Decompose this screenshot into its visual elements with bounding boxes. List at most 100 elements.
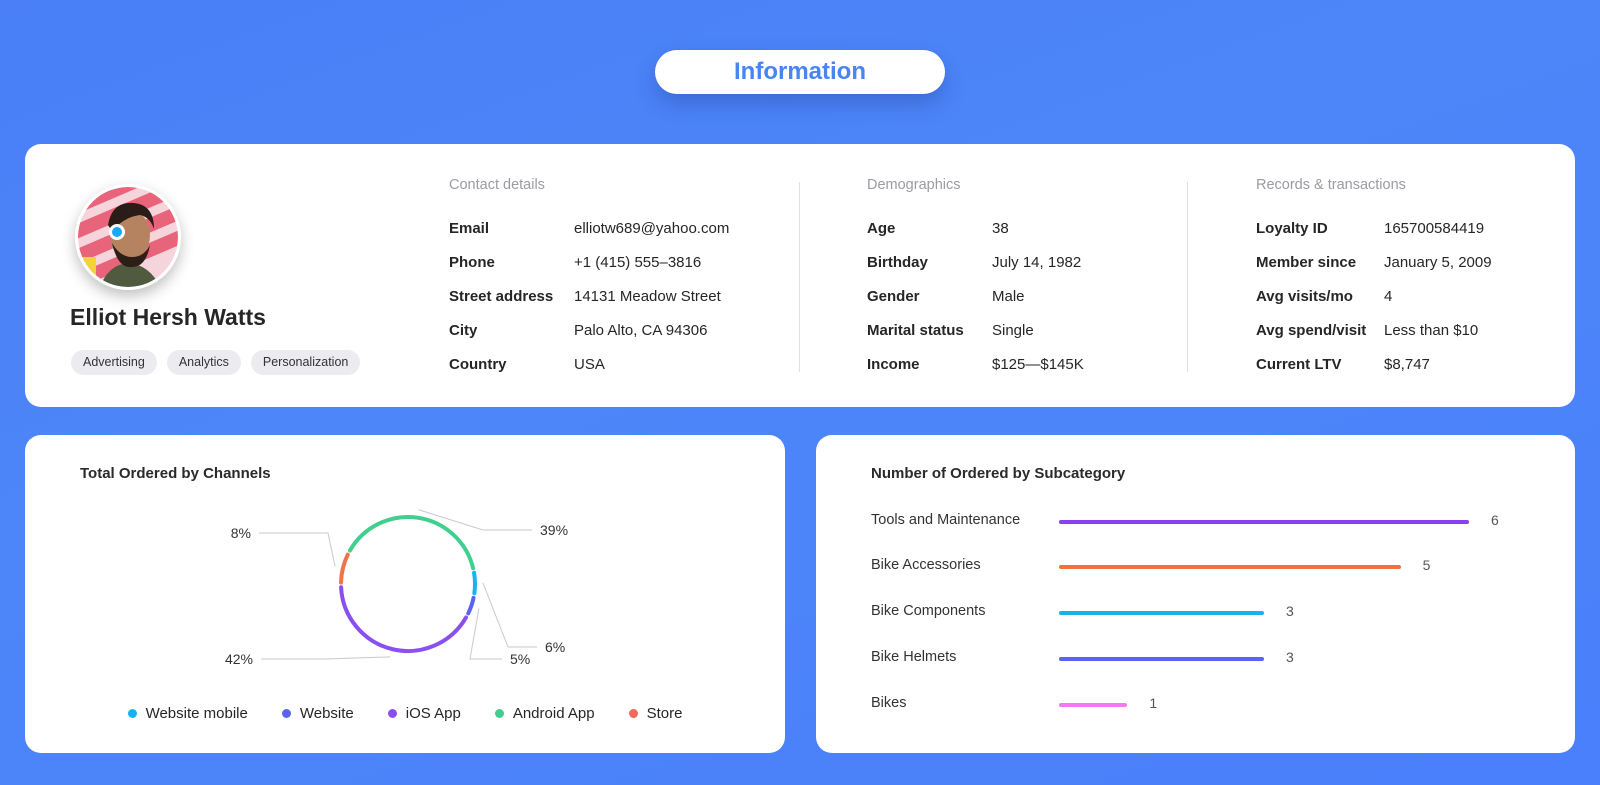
bar-value-label: 1 — [1149, 695, 1158, 711]
row-value: January 5, 2009 — [1384, 254, 1492, 271]
donut-leader-line — [259, 532, 336, 567]
records-row-avg-visits: Avg visits/mo 4 — [1256, 288, 1492, 322]
row-value: Single — [992, 322, 1034, 339]
page-title: Information — [655, 50, 945, 94]
contact-row-email: Email elliotw689@yahoo.com — [449, 220, 729, 254]
donut-data-label: 39% — [540, 522, 568, 538]
row-value: $125—$145K — [992, 356, 1084, 373]
row-value: Male — [992, 288, 1025, 305]
contact-details-section: Contact details Email elliotw689@yahoo.c… — [449, 177, 729, 390]
records-row-avg-spend: Avg spend/visit Less than $10 — [1256, 322, 1492, 356]
donut-leader-line — [482, 582, 537, 648]
profile-card: Elliot Hersh Watts Advertising Analytics… — [25, 144, 1575, 407]
legend-item-android-app[interactable]: Android App — [494, 705, 595, 722]
legend-item-website-mobile[interactable]: Website mobile — [127, 705, 248, 722]
subcategory-chart-title: Number of Ordered by Subcategory — [871, 465, 1126, 482]
bar-row-tools-and-maintenance: Tools and Maintenance 6 — [871, 512, 1551, 536]
row-label: Country — [449, 356, 507, 373]
section-divider — [1187, 182, 1188, 372]
tag-advertising[interactable]: Advertising — [71, 350, 157, 375]
donut-leader-line — [261, 656, 391, 660]
row-label: Gender — [867, 288, 920, 305]
profile-name: Elliot Hersh Watts — [70, 304, 266, 330]
legend-dot — [387, 709, 397, 718]
donut-data-label: 5% — [510, 651, 530, 667]
contact-row-city: City Palo Alto, CA 94306 — [449, 322, 729, 356]
legend-item-website[interactable]: Website — [281, 705, 354, 722]
legend-dot — [628, 709, 638, 718]
row-value: Less than $10 — [1384, 322, 1479, 339]
bar-row-bike-components: Bike Components 3 — [871, 603, 1551, 627]
contact-row-street: Street address 14131 Meadow Street — [449, 288, 729, 322]
row-label: Income — [867, 356, 920, 373]
subcategory-chart-card: Number of Ordered by Subcategory Tools a… — [816, 435, 1575, 753]
bar-value-label: 3 — [1286, 649, 1294, 665]
demo-row-age: Age 38 — [867, 220, 1084, 254]
bar-row-bikes: Bikes 1 — [871, 695, 1551, 719]
bar-value-label: 3 — [1286, 603, 1294, 619]
row-label: Avg spend/visit — [1256, 322, 1367, 339]
bar-category-label: Bike Accessories — [871, 557, 981, 573]
row-value: 4 — [1384, 288, 1393, 305]
bar[interactable] — [1059, 565, 1401, 569]
donut-slice-website-mobile[interactable] — [472, 570, 477, 596]
records-row-loyalty-id: Loyalty ID 165700584419 — [1256, 220, 1492, 254]
donut-data-label: 42% — [225, 651, 253, 667]
avatar-image — [78, 187, 178, 287]
channels-legend: Website mobile Website iOS App Android A… — [25, 705, 785, 722]
demographics-section: Demographics Age 38 Birthday July 14, 19… — [867, 177, 1084, 390]
records-title: Records & transactions — [1256, 177, 1406, 193]
bar-category-label: Bikes — [871, 695, 907, 711]
channels-chart-card: Total Ordered by Channels 39% 6% 5% 42% 8% W… — [25, 435, 785, 753]
row-label: Phone — [449, 254, 495, 271]
legend-item-ios-app[interactable]: iOS App — [387, 705, 461, 722]
row-value: 165700584419 — [1384, 220, 1485, 237]
bar-category-label: Tools and Maintenance — [871, 512, 1021, 528]
bar[interactable] — [1059, 657, 1264, 661]
row-label: Marital status — [867, 322, 964, 339]
row-label: Age — [867, 220, 896, 237]
donut-slice-android-app[interactable] — [347, 515, 476, 571]
section-divider — [799, 182, 800, 372]
row-label: Member since — [1256, 254, 1357, 271]
bar-row-bike-accessories: Bike Accessories 5 — [871, 557, 1551, 581]
demographics-title: Demographics — [867, 177, 961, 193]
row-value: $8,747 — [1384, 356, 1430, 373]
row-value: 14131 Meadow Street — [574, 288, 721, 305]
online-status-dot — [109, 224, 125, 240]
row-value: July 14, 1982 — [992, 254, 1082, 271]
row-label: Birthday — [867, 254, 928, 271]
avatar[interactable] — [75, 184, 181, 290]
legend-item-store[interactable]: Store — [628, 705, 682, 722]
donut-leader-line — [418, 509, 532, 531]
tag-personalization[interactable]: Personalization — [250, 350, 361, 375]
tag-analytics[interactable]: Analytics — [166, 350, 241, 375]
donut-data-label: 6% — [545, 639, 565, 655]
row-label: Email — [449, 220, 490, 237]
bar-value-label: 5 — [1422, 557, 1431, 573]
demo-row-gender: Gender Male — [867, 288, 1084, 322]
row-label: Loyalty ID — [1256, 220, 1328, 237]
records-row-current-ltv: Current LTV $8,747 — [1256, 356, 1492, 390]
bar-category-label: Bike Components — [871, 603, 986, 619]
donut-slice-store[interactable] — [339, 552, 350, 585]
donut-slice-website[interactable] — [466, 595, 476, 616]
legend-dot — [494, 709, 504, 718]
row-label: Street address — [449, 288, 554, 305]
donut-data-label: 8% — [231, 525, 251, 541]
legend-label: Android App — [512, 705, 595, 722]
bar-category-label: Bike Helmets — [871, 649, 957, 665]
bar[interactable] — [1059, 520, 1469, 524]
contact-row-phone: Phone +1 (415) 555–3816 — [449, 254, 729, 288]
donut-slice-ios-app[interactable] — [339, 585, 469, 653]
legend-label: Website — [299, 705, 354, 722]
legend-label: iOS App — [405, 705, 461, 722]
bar-value-label: 6 — [1491, 512, 1499, 528]
bar[interactable] — [1059, 703, 1128, 707]
row-value[interactable]: +1 (415) 555–3816 — [574, 254, 701, 271]
row-value: USA — [574, 356, 605, 373]
legend-dot — [127, 709, 137, 718]
row-value: Palo Alto, CA 94306 — [574, 322, 708, 339]
bar[interactable] — [1059, 611, 1264, 615]
row-value[interactable]: elliotw689@yahoo.com — [574, 220, 729, 237]
